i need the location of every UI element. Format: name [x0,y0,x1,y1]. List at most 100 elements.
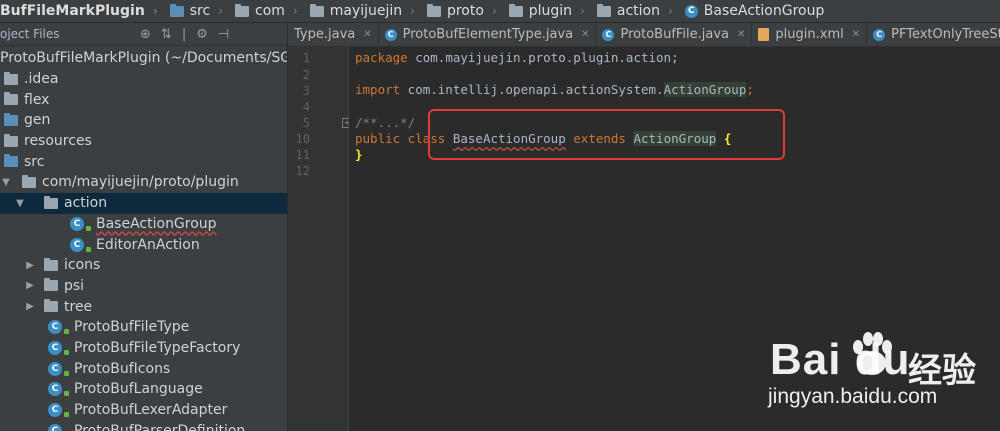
tree-item-class[interactable]: C ProtoBufLanguage [0,379,287,400]
xml-file-icon [758,28,770,41]
tree-item-icons[interactable]: ▶ icons [0,255,287,276]
tab-protobufelementtype[interactable]: C ProtoBufElementType.java ✕ [379,23,597,46]
separator-icon: | [181,26,187,42]
tree-item-label: src [24,153,45,170]
chevron-right-icon[interactable]: ▶ [24,260,36,271]
tree-item-class[interactable]: C ProtoBufParserDefinition [0,420,287,431]
tree-item-action[interactable]: ▼ action [0,192,287,214]
navigation-bar: BufFileMarkPlugin › src › com › mayijuejin ›… [0,0,1000,23]
tree-item-psi[interactable]: ▶ psi [0,276,287,297]
breadcrumb-plugin[interactable]: plugin › [503,0,591,22]
hide-icon[interactable]: ⊣ [218,27,229,42]
tab-type-java[interactable]: Type.java ✕ [288,23,379,46]
breadcrumb-src[interactable]: src › [164,0,229,22]
editor-tab-bar: Type.java ✕ C ProtoBufElementType.java ✕ CP… [288,23,1000,47]
breadcrumb-mayijuejin[interactable]: mayijuejin › [304,0,421,22]
breadcrumb-separator-icon: › [292,4,298,18]
breadcrumb-project-label: BufFileMarkPlugin [0,3,145,19]
breadcrumb-class[interactable]: C BaseActionGroup [679,0,831,22]
close-icon[interactable]: ✕ [363,29,371,40]
breadcrumb-label: proto [446,3,484,19]
tree-item-class[interactable]: C ProtoBufFileType [0,317,287,338]
line-number: 4 [302,100,310,114]
breadcrumb-proto[interactable]: proto › [421,0,503,22]
chevron-right-icon[interactable]: ▶ [24,301,36,312]
code-line-11: } [355,147,363,162]
class-icon: C [70,237,91,252]
keyword-import: import [355,82,401,97]
tree-item-label: ProtoBufFileTypeFactory [74,339,241,356]
class-icon: C [48,340,69,355]
tree-root[interactable]: ProtoBufFileMarkPlugin (~/Documents/SGO [0,48,287,69]
tree-item-label: .idea [24,71,59,88]
close-icon[interactable]: ✕ [737,29,745,40]
package-icon [22,174,36,188]
project-tool-window: oject Files ⊕ ⇅ | ⚙ ⊣ ProtoBufFileMarkPl… [0,23,288,431]
tree-item-label: gen [24,112,51,129]
source-folder-icon [4,154,18,168]
tree-item-package[interactable]: ▼ com/mayijuejin/proto/plugin [0,172,287,193]
tree-item-class[interactable]: C ProtoBufIcons [0,358,287,379]
tree-item-src[interactable]: src [0,151,287,172]
breadcrumb-label: BaseActionGroup [703,3,825,19]
keyword-package: package [355,50,408,65]
folder-icon [235,3,250,17]
source-folder-icon [4,112,18,126]
tree-item-label: EditorAnAction [96,236,200,253]
package-icon [44,299,58,313]
tab-pftextonlytreestructure[interactable]: C PFTextOnlyTreeStructureP [867,23,1000,46]
chevron-down-icon[interactable]: ▼ [14,198,26,209]
tree-item-label: resources [24,133,92,150]
close-icon[interactable]: ✕ [581,29,589,40]
tree-item-label: flex [24,91,50,108]
chevron-down-icon[interactable]: ▼ [0,177,12,188]
tree-item-editoranaction[interactable]: C EditorAnAction [0,234,287,255]
breadcrumb-label: mayijuejin [329,3,403,19]
class-icon: C [684,4,698,18]
close-icon[interactable]: ✕ [852,29,860,40]
tree-item-label: icons [64,257,101,274]
class-icon: C [48,320,69,335]
import-path: com.intellij.openapi.actionSystem. [400,82,664,97]
chevron-right-icon[interactable]: ▶ [24,280,36,291]
breadcrumb-project[interactable]: BufFileMarkPlugin › [0,0,164,22]
code-line-5: /**...*/ [355,115,415,130]
code-line-3: import com.intellij.openapi.actionSystem… [355,82,754,97]
tree-item-resources[interactable]: resources [0,131,287,152]
folded-comment[interactable]: /**...*/ [355,115,415,130]
folder-icon [4,92,18,106]
tree-item-label: ProtoBufLanguage [74,381,203,398]
package-icon [44,257,58,271]
collapse-icon[interactable]: ⇅ [161,27,172,42]
class-icon: C [384,28,397,41]
tree-item-gen[interactable]: gen [0,110,287,131]
tree-item-class[interactable]: C ProtoBufLexerAdapter [0,400,287,421]
package-name: com.mayijuejin.proto.plugin.action; [407,50,679,65]
tab-label: ProtoBufFile.java [620,27,730,42]
tree-item-idea[interactable]: .idea [0,69,287,90]
folder-icon [508,3,523,17]
tab-label: plugin.xml [775,27,844,42]
project-view-selector[interactable]: oject Files [0,27,140,41]
breadcrumb-separator-icon: › [491,4,497,18]
gear-icon[interactable]: ⚙ [196,27,208,42]
breadcrumb-separator-icon: › [580,4,585,18]
tab-protobuffile[interactable]: C ProtoBufFile.java ✕ [596,23,753,46]
class-icon: C [48,361,69,376]
breadcrumb-action[interactable]: action › [591,0,679,22]
breadcrumb-com[interactable]: com › [229,0,304,22]
tab-plugin-xml[interactable]: plugin.xml ✕ [752,23,868,46]
target-icon[interactable]: ⊕ [140,27,151,42]
editor-gutter: 1 2 3 4 5 10 11 12 + [288,47,352,431]
tree-item-class[interactable]: C ProtoBufFileTypeFactory [0,338,287,359]
breadcrumb-separator-icon: › [152,4,158,18]
tree-item-tree[interactable]: ▶ tree [0,296,287,317]
folder-icon [596,3,611,17]
line-number: 11 [295,148,310,162]
class-icon: C [48,382,69,397]
project-tree: ProtoBufFileMarkPlugin (~/Documents/SGO … [0,46,287,431]
tree-item-baseactiongroup[interactable]: C BaseActionGroup [0,214,287,235]
breadcrumb-separator-icon: › [410,4,415,18]
tree-item-flex[interactable]: flex [0,89,287,110]
line-number: 3 [302,84,310,98]
